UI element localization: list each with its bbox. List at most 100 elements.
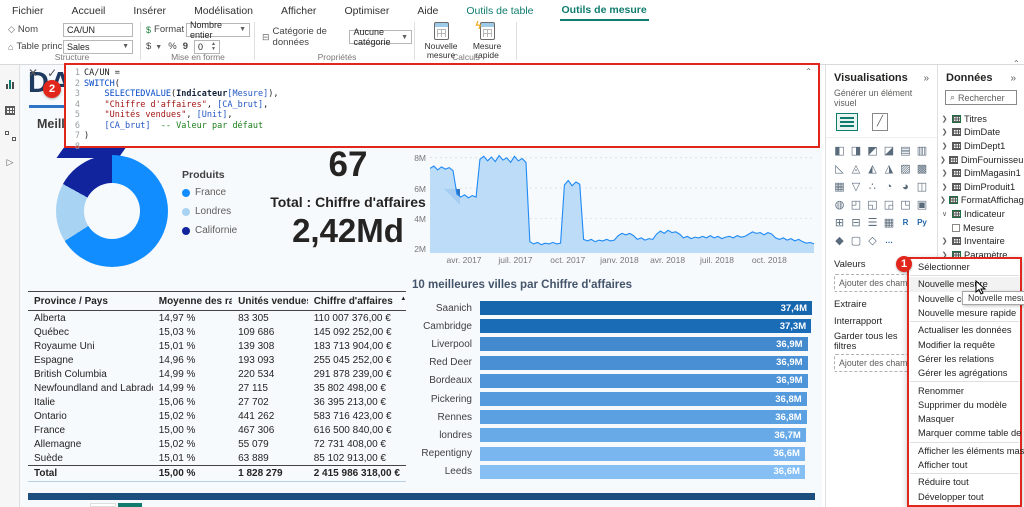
- menu-item-renommer[interactable]: Renommer: [909, 383, 1020, 397]
- clustered-column-chart-icon[interactable]: ◪: [882, 143, 897, 158]
- chevron-collapsed-icon[interactable]: ❯: [940, 237, 949, 245]
- column-header[interactable]: Moyenne des rabais: [153, 296, 232, 307]
- azure-map-icon[interactable]: ◲: [882, 197, 897, 212]
- line-chart-icon[interactable]: ◺: [832, 161, 847, 176]
- pct-stacked-bar-chart-icon[interactable]: ▤: [898, 143, 913, 158]
- percent-format-button[interactable]: %: [168, 41, 176, 52]
- ribbon-tab-outils-de-table[interactable]: Outils de table: [464, 2, 535, 20]
- thousands-separator-button[interactable]: 9: [183, 41, 188, 52]
- table-row[interactable]: Suède 15,01 % 63 889 85 102 913,00 €: [28, 451, 406, 465]
- search-input[interactable]: ⌕ Rechercher: [945, 90, 1017, 105]
- area-chart[interactable]: 8M 6M 4M 2M avr. 2017 juil. 2017 oct. 2017 jan…: [406, 147, 818, 271]
- dax-formula-bar[interactable]: 12345678 CA/UN = SWITCH( SELECTEDVALUE(In…: [64, 63, 820, 152]
- chevron-collapsed-icon[interactable]: ❯: [940, 115, 949, 123]
- build-visual-tab[interactable]: [836, 113, 858, 131]
- menu-item-marquer-comme-table-de-dates[interactable]: Marquer comme table de dates: [909, 426, 1024, 440]
- column-header[interactable]: Chiffre d'affaires ▲: [308, 296, 406, 307]
- slicer-icon[interactable]: ☰: [865, 215, 880, 230]
- ribbon-tab-optimiser[interactable]: Optimiser: [342, 2, 391, 20]
- kpi-icon[interactable]: ⊟: [849, 215, 864, 230]
- area-chart-icon[interactable]: ◬: [849, 161, 864, 176]
- chevron-collapsed-icon[interactable]: ❯: [940, 142, 949, 150]
- table-row[interactable]: Allemagne 15,02 % 55 079 72 731 408,00 €: [28, 437, 406, 451]
- chevron-collapsed-icon[interactable]: ❯: [940, 196, 946, 204]
- column-header[interactable]: Province / Pays: [28, 296, 153, 307]
- bar[interactable]: 36,6M: [480, 446, 805, 461]
- bar-row-londres[interactable]: londres 36,7M: [408, 426, 812, 444]
- treemap-icon[interactable]: ◫: [915, 179, 930, 194]
- legend-item-londres[interactable]: Londres: [182, 206, 237, 217]
- chevron-collapsed-icon[interactable]: ❯: [940, 169, 949, 177]
- quick-measure-button[interactable]: ϟ Mesure rapide: [466, 20, 508, 60]
- table-row[interactable]: France 15,00 % 467 306 616 500 840,00 €: [28, 423, 406, 437]
- collapse-formula-icon[interactable]: ⌃: [805, 67, 812, 76]
- bar-row-red-deer[interactable]: Red Deer 36,9M: [408, 354, 812, 372]
- stacked-column-chart-icon[interactable]: ◩: [865, 143, 880, 158]
- bar[interactable]: 36,8M: [480, 410, 807, 425]
- line-stacked-column-chart-icon[interactable]: ▨: [898, 161, 913, 176]
- table-row[interactable]: Espagne 14,96 % 193 093 255 045 252,00 €: [28, 353, 406, 367]
- discard-formula-button[interactable]: ✕: [28, 66, 38, 80]
- ribbon-tab-accueil[interactable]: Accueil: [70, 2, 108, 20]
- legend-item-france[interactable]: France: [182, 187, 237, 198]
- stacked-area-chart-icon[interactable]: ◭: [865, 161, 880, 176]
- bar-row-liverpool[interactable]: Liverpool 36,9M: [408, 335, 812, 353]
- bar-row-repentigny[interactable]: Repentigny 36,6M: [408, 445, 812, 463]
- field-tree-item-dimproduit1[interactable]: ❯ DimProduit1: [940, 180, 1022, 194]
- scroll-up-icon[interactable]: ⌃: [1013, 59, 1020, 68]
- dax-query-view-button[interactable]: ▷: [0, 149, 20, 175]
- python-visual-icon[interactable]: Py: [915, 215, 930, 230]
- bar[interactable]: 36,9M: [480, 355, 808, 370]
- table-row[interactable]: Newfoundland and Labrador 14,99 % 27 115 35…: [28, 381, 406, 395]
- field-tree-item-dimfournisseur1[interactable]: ❯ DimFournisseur1: [940, 153, 1024, 167]
- table-header-row[interactable]: Province / PaysMoyenne des rabaisUnités …: [28, 291, 406, 311]
- field-tree-item-formataffichage[interactable]: ❯ FormatAffichage: [940, 194, 1024, 208]
- page-tab-stub[interactable]: [90, 503, 116, 507]
- page-tab-stub-active[interactable]: [118, 503, 142, 507]
- new-measure-button[interactable]: Nouvelle mesure: [420, 22, 462, 60]
- field-tree-item-dimdept1[interactable]: ❯ DimDept1: [940, 139, 1022, 153]
- table-view-button[interactable]: [0, 97, 20, 123]
- ribbon-tab-aide[interactable]: Aide: [415, 2, 440, 20]
- clustered-bar-chart-icon[interactable]: ◨: [849, 143, 864, 158]
- bar[interactable]: 36,7M: [480, 428, 806, 443]
- bar-row-cambridge[interactable]: Cambridge 37,3M: [408, 317, 812, 335]
- ribbon-tab-fichier[interactable]: Fichier: [10, 2, 46, 20]
- commit-formula-button[interactable]: ✓: [47, 66, 57, 80]
- menu-item-gérer-les-relations[interactable]: Gérer les relations: [909, 352, 1020, 366]
- menu-item-nouvelle-mesure[interactable]: Nouvelle mesure: [909, 277, 1020, 292]
- menu-item-afficher-les-éléments-masqués[interactable]: Afficher les éléments masqués: [909, 444, 1024, 458]
- table-row[interactable]: Ontario 15,02 % 441 262 583 716 423,00 €: [28, 409, 406, 423]
- field-checkbox[interactable]: [952, 223, 960, 232]
- field-tree-item-indicateur[interactable]: ∨ Indicateur: [940, 207, 1022, 221]
- menu-item-sélectionner[interactable]: Sélectionner: [909, 260, 1020, 274]
- table-visual-icon[interactable]: ▦: [882, 215, 897, 230]
- menu-item-développer-tout[interactable]: Développer tout: [909, 489, 1020, 503]
- bar[interactable]: 37,3M: [480, 319, 812, 334]
- pie-chart-icon[interactable]: ◔: [882, 179, 897, 194]
- bar-chart[interactable]: 10 meilleures villes par Chiffre d'affai…: [408, 279, 812, 481]
- collapse-pane-icon[interactable]: »: [923, 73, 929, 84]
- bar[interactable]: 36,9M: [480, 337, 808, 352]
- currency-format-button[interactable]: $ ▼: [146, 41, 162, 52]
- measure-name-input[interactable]: CA/UN: [63, 22, 133, 37]
- menu-item-nouvelle-mesure-rapide[interactable]: Nouvelle mesure rapide: [909, 306, 1020, 320]
- table-row[interactable]: British Columbia 14,99 % 220 534 291 878 23…: [28, 367, 406, 381]
- chevron-collapsed-icon[interactable]: ❯: [940, 183, 949, 191]
- field-tree-item-dimmagasin1[interactable]: ❯ DimMagasin1: [940, 166, 1022, 180]
- format-dropdown[interactable]: Nombre entier ▼: [186, 20, 250, 40]
- field-tree-item-titres[interactable]: ❯ Titres: [940, 112, 1022, 126]
- scatter-chart-icon[interactable]: ∴: [865, 179, 880, 194]
- bar[interactable]: 36,9M: [480, 373, 808, 388]
- chevron-expanded-icon[interactable]: ∨: [940, 210, 949, 218]
- ribbon-tab-ins-rer[interactable]: Insérer: [131, 2, 168, 20]
- chevron-collapsed-icon[interactable]: ❯: [940, 128, 949, 136]
- filled-map-icon[interactable]: ◰: [849, 197, 864, 212]
- qa-visual-icon[interactable]: ◇: [865, 233, 880, 248]
- field-tree-item-dimdate[interactable]: ❯ DimDate: [940, 126, 1022, 140]
- key-influencers-icon[interactable]: ◆: [832, 233, 847, 248]
- menu-item-actualiser-les-données[interactable]: Actualiser les données: [909, 323, 1020, 337]
- decomposition-tree-icon[interactable]: ▢: [849, 233, 864, 248]
- collapse-pane-icon[interactable]: »: [1010, 73, 1016, 84]
- bar-row-leeds[interactable]: Leeds 36,6M: [408, 463, 812, 481]
